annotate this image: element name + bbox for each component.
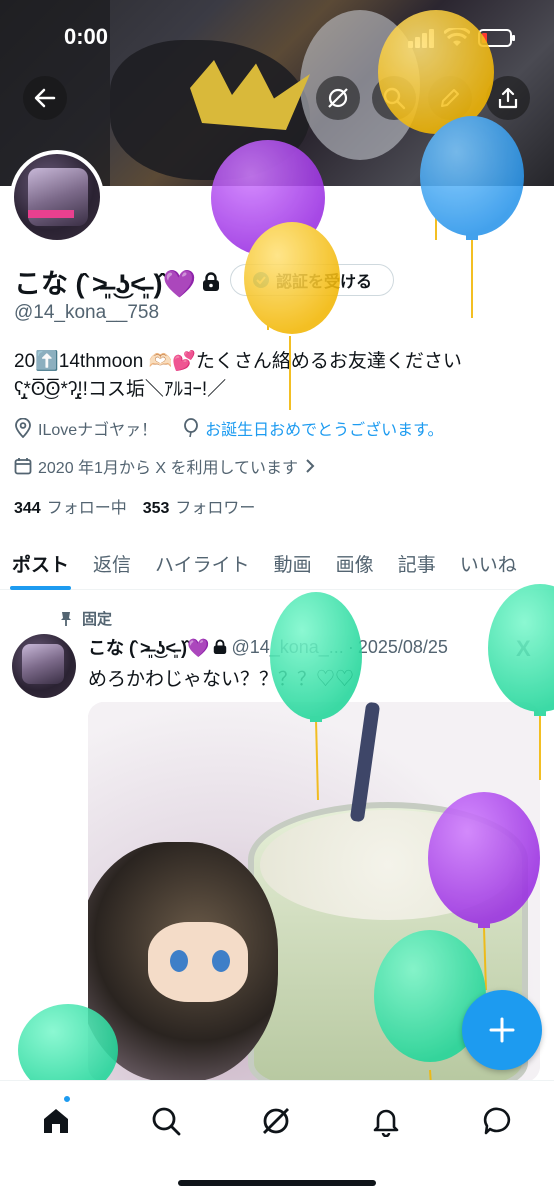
calendar-icon — [14, 458, 32, 475]
grok-icon — [263, 1108, 289, 1134]
post-header: こな (̂ ˃̶͈ ͜ʖ˂̶͈ )̂💜 @14_kona_... · 2025/… — [88, 634, 508, 660]
signal-icon — [408, 29, 434, 48]
status-icons — [408, 28, 516, 48]
search-icon — [383, 87, 406, 110]
chevron-right-icon — [306, 459, 315, 473]
follow-stats: 344 フォロー中 353 フォロワー — [14, 494, 255, 518]
lock-icon — [214, 639, 227, 654]
pinned-label: 固定 — [82, 611, 113, 628]
nav-home[interactable] — [36, 1101, 76, 1141]
get-verified-label: 認証を受ける — [275, 274, 372, 291]
nav-notifications[interactable] — [366, 1101, 406, 1141]
post-date[interactable]: 2025/08/25 — [358, 637, 448, 658]
pencil-icon — [441, 89, 459, 107]
followers-link[interactable]: 353 フォロワー — [143, 494, 256, 518]
birthday-link[interactable]: お誕生日おめでとうございます。 — [205, 416, 443, 440]
profile-name: こな (̂ ˃̶͈ ͜ʖ˂̶͈ )̂💜 — [14, 269, 197, 299]
pinned-indicator: 固定 — [60, 608, 112, 629]
edit-button[interactable] — [428, 76, 472, 120]
tab-likes[interactable]: いいね — [448, 536, 529, 590]
post-author-name[interactable]: こな (̂ ˃̶͈ ͜ʖ˂̶͈ )̂💜 — [88, 634, 209, 660]
joined-row[interactable]: 2020 年1月から X を利用しています — [14, 454, 316, 478]
tab-images[interactable]: 画像 — [324, 536, 386, 590]
grok-icon — [328, 88, 348, 108]
bio-line-1: 20⬆️14thmoon 🫶🏻💕たくさん絡めるお友達ください — [14, 351, 462, 372]
following-label: フォロー中 — [46, 500, 127, 517]
share-icon — [498, 87, 518, 109]
profile-name-row: こな (̂ ˃̶͈ ͜ʖ˂̶͈ )̂💜 — [14, 262, 220, 301]
search-icon — [152, 1107, 181, 1136]
profile-meta-row: ILoveナゴヤァ！ お誕生日おめでとうございます。 — [14, 416, 444, 440]
nav-messages[interactable] — [478, 1101, 518, 1141]
verified-badge-icon — [252, 272, 269, 288]
plus-icon — [489, 1017, 515, 1043]
message-icon — [483, 1107, 511, 1135]
post-author-avatar[interactable] — [12, 634, 76, 698]
nav-search[interactable] — [146, 1101, 186, 1141]
joined-date: 2020 年1月から X を利用しています — [38, 460, 299, 477]
profile-location: ILoveナゴヤァ！ — [38, 422, 158, 439]
tab-replies[interactable]: 返信 — [81, 536, 143, 590]
nav-grok[interactable] — [256, 1101, 296, 1141]
profile-avatar[interactable] — [10, 150, 104, 244]
profile-bio: 20⬆️14thmoon 🫶🏻💕たくさん絡めるお友達ください ʕ̡̢̡*ʘ̅͜ʘ… — [14, 348, 534, 404]
wifi-icon — [444, 28, 470, 46]
x-logo-icon: X — [516, 636, 531, 661]
tab-articles[interactable]: 記事 — [386, 536, 448, 590]
pin-icon — [61, 611, 71, 626]
tab-videos[interactable]: 動画 — [262, 536, 324, 590]
profile-handle: @14_kona__758 — [14, 302, 160, 323]
home-notification-dot — [62, 1094, 72, 1104]
arrow-left-icon — [34, 88, 56, 108]
compose-button[interactable] — [462, 990, 542, 1070]
battery-icon — [478, 29, 515, 47]
get-verified-button[interactable]: 認証を受ける — [230, 264, 394, 296]
post-author-handle: @14_kona_... — [231, 636, 344, 657]
following-count: 344 — [14, 500, 41, 517]
grok-button[interactable] — [316, 76, 360, 120]
profile-tabs: ポスト 返信 ハイライト 動画 画像 記事 いいね — [0, 536, 554, 590]
tab-posts[interactable]: ポスト — [0, 536, 81, 590]
tab-highlights[interactable]: ハイライト — [143, 536, 262, 590]
followers-label: フォロワー — [175, 500, 256, 517]
post-text: めろかわじゃない？？？？♡♡ — [88, 669, 355, 690]
back-button[interactable] — [23, 76, 67, 120]
post-separator: · — [347, 636, 354, 657]
location-pin-icon — [15, 418, 31, 438]
followers-count: 353 — [142, 500, 170, 517]
share-button[interactable] — [486, 76, 530, 120]
status-time: 0:00 — [64, 24, 109, 49]
search-button[interactable] — [372, 76, 416, 120]
balloon-icon — [184, 418, 199, 438]
bio-line-2: ʕ̡̢̡*ʘ̅͜ʘ̅*ʔ̢̡̢!!コス垢＼ｱﾙﾖｰ!／ — [14, 379, 227, 400]
home-icon — [44, 1109, 68, 1133]
following-link[interactable]: 344 フォロー中 — [14, 494, 127, 518]
bell-icon — [373, 1109, 399, 1137]
lock-icon — [203, 271, 220, 291]
home-indicator — [178, 1180, 376, 1186]
